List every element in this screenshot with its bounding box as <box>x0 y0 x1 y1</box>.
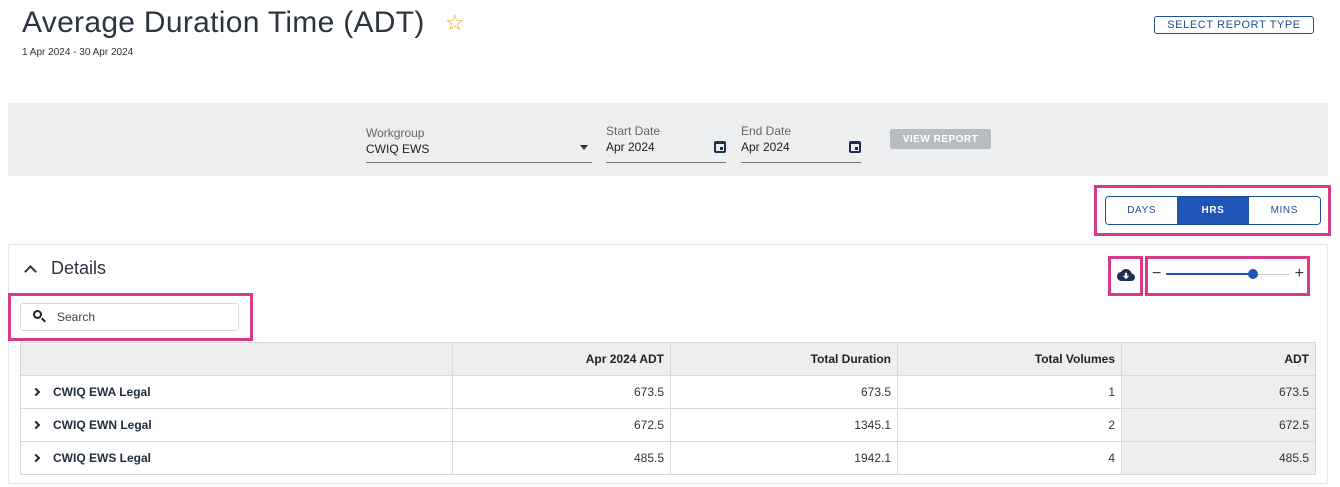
cell-adt: 673.5 <box>1121 375 1316 409</box>
highlight-box-search <box>8 293 253 341</box>
table-row[interactable]: CWIQ EWA Legal 673.5 673.5 1 673.5 <box>20 375 1316 409</box>
highlight-box-download <box>1108 256 1143 296</box>
calendar-icon[interactable] <box>714 141 726 153</box>
cell-total-volumes: 1 <box>897 375 1122 409</box>
table-row[interactable]: CWIQ EWS Legal 485.5 1942.1 4 485.5 <box>20 441 1316 475</box>
column-header-total-duration[interactable]: Total Duration <box>670 342 898 376</box>
start-date-underline <box>606 162 726 163</box>
star-icon[interactable]: ☆ <box>445 12 465 34</box>
details-title: Details <box>51 258 107 278</box>
row-name-cell[interactable]: CWIQ EWA Legal <box>20 375 453 409</box>
row-name-cell[interactable]: CWIQ EWN Legal <box>20 408 453 442</box>
page-title: Average Duration Time (ADT) ☆ <box>22 6 465 40</box>
end-date-field[interactable]: End Date Apr 2024 <box>741 124 861 163</box>
cell-total-duration: 673.5 <box>670 375 898 409</box>
table-header-row: Apr 2024 ADT Total Duration Total Volume… <box>20 342 1316 376</box>
cell-total-volumes: 4 <box>897 441 1122 475</box>
column-header-total-volumes[interactable]: Total Volumes <box>897 342 1122 376</box>
cell-apr-adt: 673.5 <box>452 375 671 409</box>
date-range: 1 Apr 2024 - 30 Apr 2024 <box>22 47 134 58</box>
workgroup-select[interactable]: Workgroup CWIQ EWS <box>366 126 592 163</box>
row-name: CWIQ EWA Legal <box>53 385 151 399</box>
row-name: CWIQ EWN Legal <box>53 418 152 432</box>
workgroup-value: CWIQ EWS <box>366 142 430 156</box>
cell-apr-adt: 485.5 <box>452 441 671 475</box>
column-header-name[interactable] <box>20 342 453 376</box>
select-report-type-button[interactable]: SELECT REPORT TYPE <box>1154 16 1314 34</box>
highlight-box-units <box>1094 185 1331 236</box>
details-header[interactable]: Details <box>24 258 106 279</box>
details-table: Apr 2024 ADT Total Duration Total Volume… <box>20 342 1316 475</box>
view-report-button[interactable]: VIEW REPORT <box>890 129 991 149</box>
chevron-right-icon[interactable] <box>31 420 41 430</box>
dropdown-arrow-icon[interactable] <box>580 145 588 150</box>
cell-adt: 672.5 <box>1121 408 1316 442</box>
column-header-apr-adt[interactable]: Apr 2024 ADT <box>452 342 671 376</box>
start-date-value: Apr 2024 <box>606 140 655 154</box>
chevron-right-icon[interactable] <box>31 387 41 397</box>
row-name: CWIQ EWS Legal <box>53 451 152 465</box>
workgroup-label: Workgroup <box>366 126 425 140</box>
filter-bar: Workgroup CWIQ EWS Start Date Apr 2024 E… <box>8 103 1328 176</box>
start-date-label: Start Date <box>606 124 661 138</box>
chevron-up-icon[interactable] <box>24 264 37 278</box>
end-date-value: Apr 2024 <box>741 140 790 154</box>
chevron-right-icon[interactable] <box>31 453 41 463</box>
highlight-box-zoom <box>1145 256 1310 296</box>
end-date-underline <box>741 162 861 163</box>
table-row[interactable]: CWIQ EWN Legal 672.5 1345.1 2 672.5 <box>20 408 1316 442</box>
calendar-icon[interactable] <box>849 141 861 153</box>
cell-total-duration: 1942.1 <box>670 441 898 475</box>
start-date-field[interactable]: Start Date Apr 2024 <box>606 124 726 163</box>
page-title-text: Average Duration Time (ADT) <box>22 6 425 39</box>
row-name-cell[interactable]: CWIQ EWS Legal <box>20 441 453 475</box>
column-header-adt[interactable]: ADT <box>1121 342 1316 376</box>
end-date-label: End Date <box>741 124 792 138</box>
cell-adt: 485.5 <box>1121 441 1316 475</box>
workgroup-underline <box>366 162 592 163</box>
cell-total-duration: 1345.1 <box>670 408 898 442</box>
cell-total-volumes: 2 <box>897 408 1122 442</box>
cell-apr-adt: 672.5 <box>452 408 671 442</box>
